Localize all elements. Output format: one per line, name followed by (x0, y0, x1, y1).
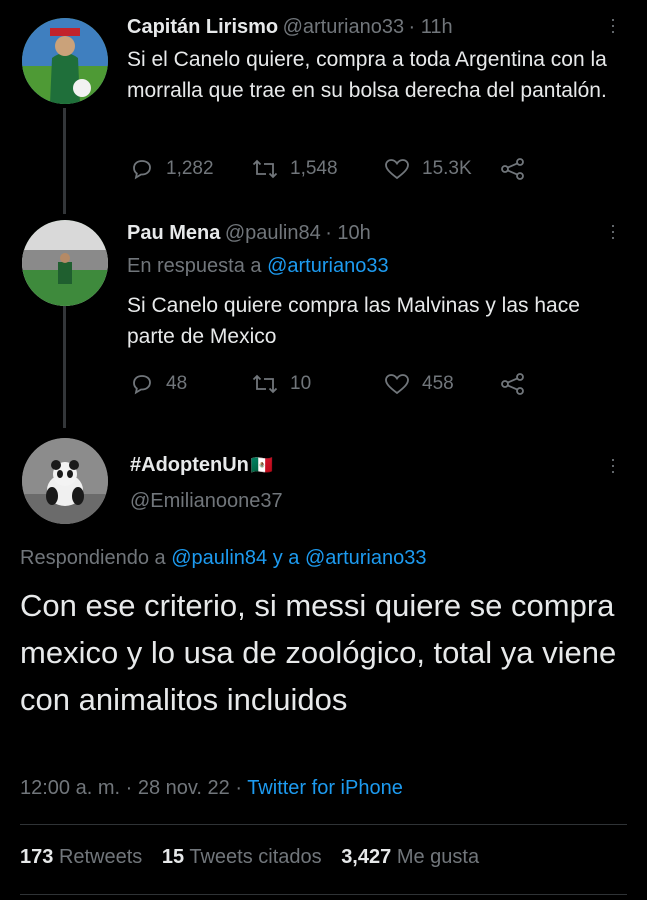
author-name[interactable]: #AdoptenUn (130, 454, 249, 476)
retweets-stat[interactable]: 173 Retweets (20, 846, 148, 868)
author-handle[interactable]: @arturiano33 (283, 16, 404, 38)
timestamp[interactable]: · 11h (409, 16, 453, 38)
likes-count: 3,427 (341, 846, 392, 868)
retweet-icon (252, 159, 278, 179)
timestamp[interactable]: · 10h (325, 222, 371, 244)
share-icon (501, 158, 524, 180)
tweet-timestamp[interactable]: 12:00 a. m. · 28 nov. 22 · (20, 777, 242, 799)
like-button[interactable]: 15.3K (384, 157, 500, 181)
more-options-icon[interactable]: · · · (608, 10, 618, 40)
reply-count: 48 (166, 373, 188, 394)
reply-to-link[interactable]: @arturiano33 (305, 547, 426, 569)
reply-and-text: y a (272, 547, 300, 569)
quotes-count: 15 (161, 846, 185, 868)
tweet-source-link[interactable]: Twitter for iPhone (247, 777, 403, 799)
heart-icon (385, 374, 409, 395)
tweet-text: Si Canelo quiere compra las Malvinas y l… (127, 294, 580, 348)
avatar[interactable] (22, 18, 108, 104)
reply-count: 1,282 (166, 158, 214, 179)
share-button[interactable] (500, 372, 526, 396)
like-button[interactable]: 458 (384, 372, 500, 396)
reply-to-link[interactable]: @paulin84 (171, 547, 267, 569)
retweet-icon (252, 374, 278, 394)
reply-button[interactable]: 1,282 (130, 157, 252, 181)
retweet-button[interactable]: 1,548 (252, 157, 384, 181)
likes-stat[interactable]: 3,427 Me gusta (341, 846, 479, 868)
avatar[interactable] (22, 220, 108, 306)
retweet-button[interactable]: 10 (252, 372, 384, 396)
reply-icon (133, 375, 151, 395)
author-handle[interactable]: @Emilianoone37 (130, 490, 283, 513)
retweets-label: Retweets (58, 846, 143, 868)
reply-button[interactable]: 48 (130, 372, 252, 396)
reply-icon (133, 160, 151, 180)
divider (20, 894, 627, 895)
share-button[interactable] (500, 157, 526, 181)
avatar[interactable] (22, 438, 108, 524)
more-options-icon[interactable]: · · · (608, 216, 618, 246)
like-count: 15.3K (422, 158, 472, 179)
reply-context-label: Respondiendo a (20, 547, 166, 569)
like-count: 458 (422, 373, 454, 394)
tweet-text: Si el Canelo quiere, compra a toda Argen… (127, 48, 607, 102)
likes-label: Me gusta (396, 846, 480, 868)
heart-icon (385, 159, 409, 180)
divider (20, 824, 627, 825)
author-name[interactable]: Pau Mena (127, 222, 220, 244)
retweet-count: 1,548 (290, 158, 338, 179)
retweets-count: 173 (20, 846, 54, 868)
quotes-stat[interactable]: 15 Tweets citados (162, 846, 327, 868)
share-icon (501, 373, 524, 395)
author-handle[interactable]: @paulin84 (225, 222, 321, 244)
quotes-label: Tweets citados (189, 846, 322, 868)
mexico-flag-icon: 🇲🇽 (250, 455, 274, 475)
author-name[interactable]: Capitán Lirismo (127, 16, 278, 38)
tweet-text: Con ese criterio, si messi quiere se com… (20, 588, 617, 717)
more-options-icon[interactable]: · · · (608, 450, 618, 480)
reply-context-label: En respuesta a (127, 255, 262, 277)
retweet-count: 10 (290, 373, 312, 394)
reply-to-link[interactable]: @arturiano33 (267, 255, 388, 277)
thread-line (63, 108, 66, 214)
thread-line (63, 304, 66, 428)
